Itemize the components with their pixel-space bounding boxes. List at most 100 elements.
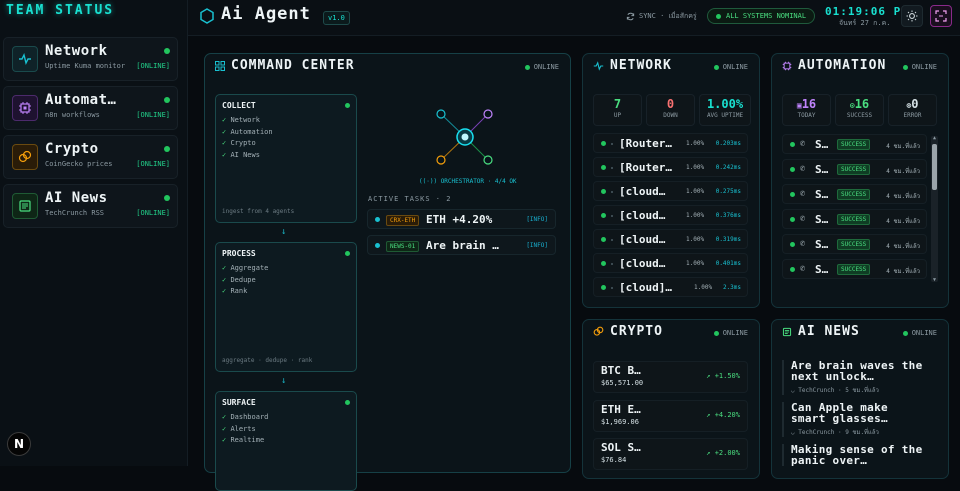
workflow-row[interactable]: ✆ S… SUCCESS 4 ชม.ที่แล้ว	[782, 209, 927, 229]
orchestrator-status: ((·)) ORCHESTRATOR · 4/4 OK	[419, 178, 517, 185]
status-dot	[790, 242, 795, 247]
trend-up-icon: ↗	[706, 411, 715, 419]
news-item[interactable]: Are brain waves the next unlock… ◡ TechC…	[782, 360, 927, 395]
panel-status: ONLINE	[902, 329, 937, 337]
status-dot	[790, 167, 795, 172]
news-headline[interactable]: Are brain waves the next unlock…	[791, 360, 927, 382]
monitor-latency: 2.3ms	[722, 284, 741, 291]
panel-status-text: ONLINE	[911, 329, 937, 337]
sun-icon	[906, 10, 918, 22]
phone-icon: ✆	[800, 189, 806, 199]
scrollbar-thumb[interactable]	[932, 144, 937, 190]
coin-change-value: +2.00%	[714, 449, 740, 457]
panel-title: AUTOMATION	[782, 58, 886, 73]
coin-symbol: SOL S…	[601, 441, 641, 454]
news-source: TechCrunch · 5 ชม.ที่แล้ว	[798, 387, 879, 394]
monitor-uptime: 1.00%	[694, 284, 713, 291]
workflow-row[interactable]: ✆ S… SUCCESS 4 ชม.ที่แล้ว	[782, 184, 927, 204]
agent-card-network[interactable]: Network Uptime Kuma monitor [ONLINE]	[3, 37, 178, 81]
status-badge: [ONLINE]	[136, 62, 170, 70]
phone-icon: ✆	[800, 139, 806, 149]
trend-up-icon: ↗	[706, 449, 715, 457]
monitor-uptime: 1.00%	[686, 260, 705, 267]
stage-item: Automation	[222, 127, 272, 139]
stage-item: Crypto	[222, 138, 273, 150]
workflow-time: 4 ชม.ที่แล้ว	[886, 168, 920, 175]
system-status-pill: ALL SYSTEMS NOMINAL	[707, 8, 816, 24]
news-source: TechCrunch · 9 ชม.ที่แล้ว	[798, 429, 879, 436]
dev-tools-button[interactable]: N	[7, 432, 31, 456]
news-item[interactable]: Making sense of the panic over…	[782, 444, 927, 466]
coin-row[interactable]: SOL S… $76.84 ↗ +2.00%	[593, 438, 748, 470]
monitor-row[interactable]: [Router… 1.00% 0.242ms	[593, 157, 748, 177]
fullscreen-button[interactable]	[930, 5, 952, 27]
monitor-row[interactable]: [Router… 1.00% 0.203ms	[593, 133, 748, 153]
panel-status-text: ONLINE	[533, 63, 559, 71]
monitor-row[interactable]: [cloud… 1.00% 0.401ms	[593, 253, 748, 273]
workflow-row[interactable]: ✆ S… SUCCESS 4 ชม.ที่แล้ว	[782, 259, 927, 279]
task-row[interactable]: CRX-ETH ETH +4.20% [INFO]	[367, 209, 556, 229]
workflow-row[interactable]: ✆ S… SUCCESS 4 ชม.ที่แล้ว	[782, 234, 927, 254]
news-headline[interactable]: Making sense of the panic over…	[791, 444, 927, 466]
agent-name: Network	[45, 43, 108, 59]
task-tag: CRX-ETH	[386, 215, 420, 226]
sync-status: SYNC · เมื่อสักครู่	[626, 11, 697, 22]
workflow-row[interactable]: ✆ S… SUCCESS 4 ชม.ที่แล้ว	[782, 134, 927, 154]
orchestrator-graph	[436, 109, 493, 165]
task-info-link[interactable]: [INFO]	[526, 242, 548, 249]
stage-item: Dedupe	[222, 275, 268, 287]
panel-status-text: ONLINE	[911, 63, 937, 71]
scroll-down-icon[interactable]: ▼	[931, 277, 938, 283]
stage-process[interactable]: PROCESS Aggregate Dedupe Rank aggregate …	[215, 242, 357, 372]
monitor-latency: 0.401ms	[715, 260, 741, 267]
coin-row[interactable]: BTC B… $65,571.00 ↗ +1.50%	[593, 361, 748, 393]
team-status-sidebar: TEAM STATUS Network Uptime Kuma monitor …	[0, 0, 188, 466]
stage-surface[interactable]: SURFACE Dashboard Alerts Realtime	[215, 391, 357, 491]
monitor-name: [Router…	[619, 161, 672, 174]
status-dot	[601, 261, 606, 266]
status-dot	[713, 330, 719, 336]
workflow-time: 4 ชม.ที่แล้ว	[886, 143, 920, 150]
status-dot	[375, 243, 380, 248]
news-item[interactable]: Can Apple make smart glasses… ◡ TechCrun…	[782, 402, 927, 437]
status-dot	[345, 251, 350, 256]
panel-status: ONLINE	[713, 329, 748, 337]
bullet	[611, 263, 613, 265]
agent-card-automation[interactable]: Automat… n8n workflows [ONLINE]	[3, 86, 178, 130]
bullet	[611, 287, 613, 289]
status-dot	[790, 267, 795, 272]
success-badge: SUCCESS	[837, 214, 871, 225]
monitor-row[interactable]: [cloud… 1.00% 0.275ms	[593, 181, 748, 201]
stage-item: Network	[222, 115, 273, 127]
task-row[interactable]: NEWS-01 Are brain … [INFO]	[367, 235, 556, 255]
stat-label: SUCCESS	[846, 112, 873, 119]
monitor-uptime: 1.00%	[686, 140, 705, 147]
news-headline[interactable]: Can Apple make smart glasses…	[791, 402, 927, 424]
workflow-row[interactable]: ✆ S… SUCCESS 4 ชม.ที่แล้ว	[782, 159, 927, 179]
monitor-row[interactable]: [cloud… 1.00% 0.319ms	[593, 229, 748, 249]
monitor-latency: 0.242ms	[715, 164, 741, 171]
newspaper-icon	[12, 193, 38, 219]
monitor-row[interactable]: [cloud]… 1.00% 2.3ms	[593, 277, 748, 297]
coin-symbol: ETH E…	[601, 403, 641, 416]
success-badge: SUCCESS	[837, 164, 871, 175]
pulse-icon	[593, 60, 604, 71]
agent-card-ai-news[interactable]: AI News TechCrunch RSS [ONLINE]	[3, 184, 178, 228]
scan-icon	[935, 10, 947, 22]
theme-toggle-button[interactable]	[901, 5, 923, 27]
stage-collect[interactable]: COLLECT Network Automation Crypto AI New…	[215, 94, 357, 223]
coin-row[interactable]: ETH E… $1,969.06 ↗ +4.20%	[593, 400, 748, 432]
agent-card-crypto[interactable]: Crypto CoinGecko prices [ONLINE]	[3, 135, 178, 179]
monitor-name: [Router…	[619, 137, 672, 150]
monitor-name: [cloud…	[619, 257, 666, 270]
stage-footer: aggregate · dedupe · rank	[222, 357, 313, 364]
stat-value: 7	[613, 97, 622, 111]
scrollbar[interactable]: ▲ ▼	[931, 135, 938, 283]
task-info-link[interactable]: [INFO]	[526, 216, 548, 223]
scroll-up-icon[interactable]: ▲	[931, 135, 938, 141]
active-tasks-label: ACTIVE TASKS · 2	[368, 195, 452, 203]
monitor-row[interactable]: [cloud… 1.00% 0.376ms	[593, 205, 748, 225]
stage-title: PROCESS	[222, 249, 256, 258]
status-dot	[164, 195, 170, 201]
stage-item: AI News	[222, 150, 273, 162]
